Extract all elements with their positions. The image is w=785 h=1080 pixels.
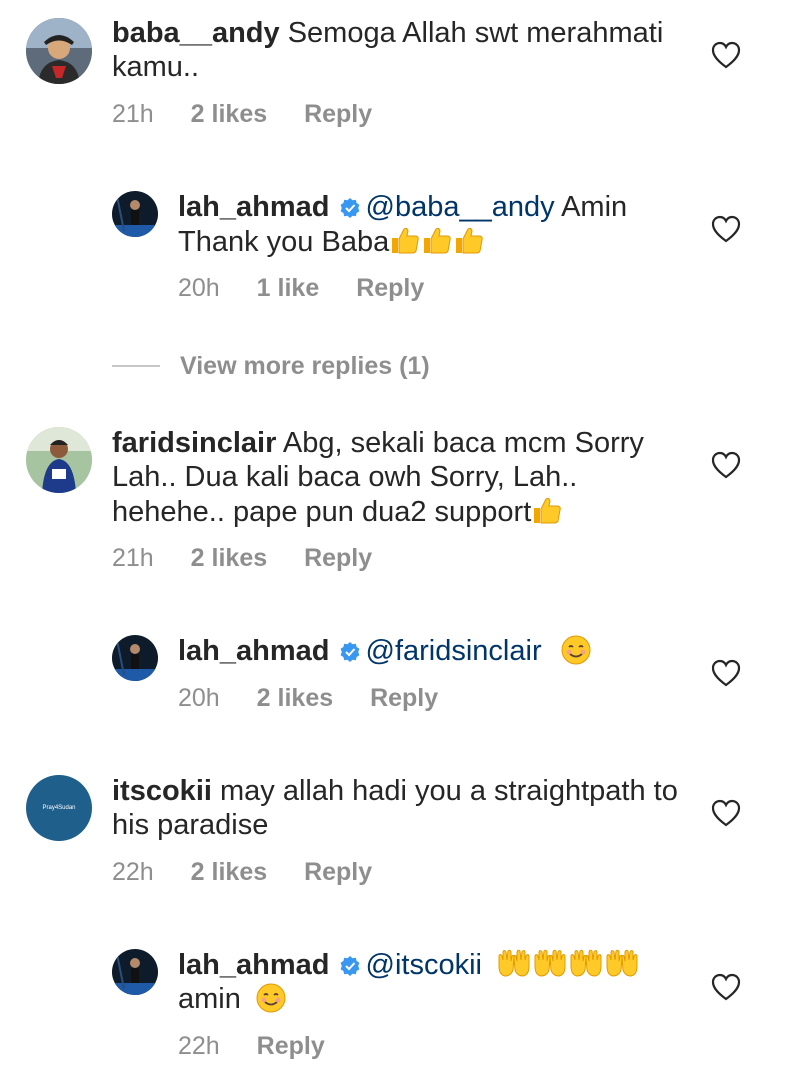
relieved-face-emoji-icon xyxy=(256,983,286,1013)
thumbs-up-emoji-icon xyxy=(392,227,419,254)
avatar-image xyxy=(112,635,158,681)
avatar-image xyxy=(26,427,92,493)
verified-badge-icon xyxy=(340,642,359,662)
username[interactable]: faridsinclair xyxy=(112,427,276,459)
mention-link[interactable]: @itscokii xyxy=(366,949,482,981)
comment-text: lah_ahmad @baba__andy Amin Thank you Baba xyxy=(178,190,688,259)
comment-time: 21h xyxy=(112,100,154,128)
divider xyxy=(112,365,160,367)
comment-meta: 22h 2 likes Reply xyxy=(112,858,402,887)
comment-text: itscokii may allah hadi you a straightpa… xyxy=(112,774,682,842)
view-more-replies[interactable]: View more replies (1) xyxy=(112,346,430,386)
comment-text: lah_ahmad @faridsinclair xyxy=(178,634,688,668)
reply-button[interactable]: Reply xyxy=(257,1032,325,1060)
heart-icon[interactable] xyxy=(710,798,742,828)
username[interactable]: lah_ahmad xyxy=(178,191,330,223)
verified-badge-icon xyxy=(340,956,359,976)
avatar[interactable]: Pray4Sudan xyxy=(26,775,92,841)
username[interactable]: itscokii xyxy=(112,775,212,807)
open-hands-emoji-icon xyxy=(498,949,530,977)
heart-icon[interactable] xyxy=(710,658,742,688)
comment-time: 22h xyxy=(112,858,154,886)
comment-meta: 21h 2 likes Reply xyxy=(112,544,402,573)
thumbs-up-emoji-icon xyxy=(534,497,562,524)
open-hands-emoji-icon xyxy=(534,949,566,977)
verified-badge-icon xyxy=(340,198,359,218)
heart-icon[interactable] xyxy=(710,972,742,1002)
open-hands-emoji-icon xyxy=(570,949,602,977)
likes-count[interactable]: 2 likes xyxy=(191,544,267,572)
comment-time: 20h xyxy=(178,684,220,712)
avatar[interactable] xyxy=(112,191,158,237)
comment-body: amin xyxy=(178,983,241,1015)
avatar[interactable] xyxy=(112,635,158,681)
comment-text: faridsinclair Abg, sekali baca mcm Sorry… xyxy=(112,426,682,529)
comment-text: lah_ahmad @itscokii amin xyxy=(178,948,688,1016)
avatar-image xyxy=(26,18,92,84)
open-hands-emoji-icon xyxy=(606,949,638,977)
likes-count[interactable]: 2 likes xyxy=(191,858,267,886)
view-more-label[interactable]: View more replies (1) xyxy=(180,352,430,381)
thumbs-up-emoji-icon xyxy=(456,227,483,254)
reply-button[interactable]: Reply xyxy=(356,274,424,302)
username[interactable]: baba__andy xyxy=(112,17,280,49)
reply-button[interactable]: Reply xyxy=(304,858,372,886)
avatar-label: Pray4Sudan xyxy=(42,805,76,811)
comment-time: 22h xyxy=(178,1032,220,1060)
reply-button[interactable]: Reply xyxy=(304,100,372,128)
comment-time: 21h xyxy=(112,544,154,572)
avatar[interactable] xyxy=(112,949,158,995)
mention-link[interactable]: @baba__andy xyxy=(366,191,555,223)
avatar[interactable] xyxy=(26,18,92,84)
username[interactable]: lah_ahmad xyxy=(178,949,330,981)
relieved-face-emoji-icon xyxy=(561,635,591,665)
likes-count[interactable]: 2 likes xyxy=(191,100,267,128)
comment-meta: 20h 2 likes Reply xyxy=(178,684,468,713)
comment-time: 20h xyxy=(178,274,220,302)
comment-text: baba__andy Semoga Allah swt merahmati ka… xyxy=(112,16,682,84)
likes-count[interactable]: 1 like xyxy=(257,274,320,302)
username[interactable]: lah_ahmad xyxy=(178,635,330,667)
comment-meta: 21h 2 likes Reply xyxy=(112,100,402,129)
likes-count[interactable]: 2 likes xyxy=(257,684,333,712)
heart-icon[interactable] xyxy=(710,214,742,244)
avatar-image xyxy=(112,949,158,995)
heart-icon[interactable] xyxy=(710,450,742,480)
reply-button[interactable]: Reply xyxy=(304,544,372,572)
avatar[interactable] xyxy=(26,427,92,493)
comment-meta: 22h Reply xyxy=(178,1032,355,1061)
mention-link[interactable]: @faridsinclair xyxy=(366,635,542,667)
comment-meta: 20h 1 like Reply xyxy=(178,274,454,303)
thumbs-up-emoji-icon xyxy=(424,227,451,254)
avatar-image xyxy=(112,191,158,237)
heart-icon[interactable] xyxy=(710,40,742,70)
reply-button[interactable]: Reply xyxy=(370,684,438,712)
